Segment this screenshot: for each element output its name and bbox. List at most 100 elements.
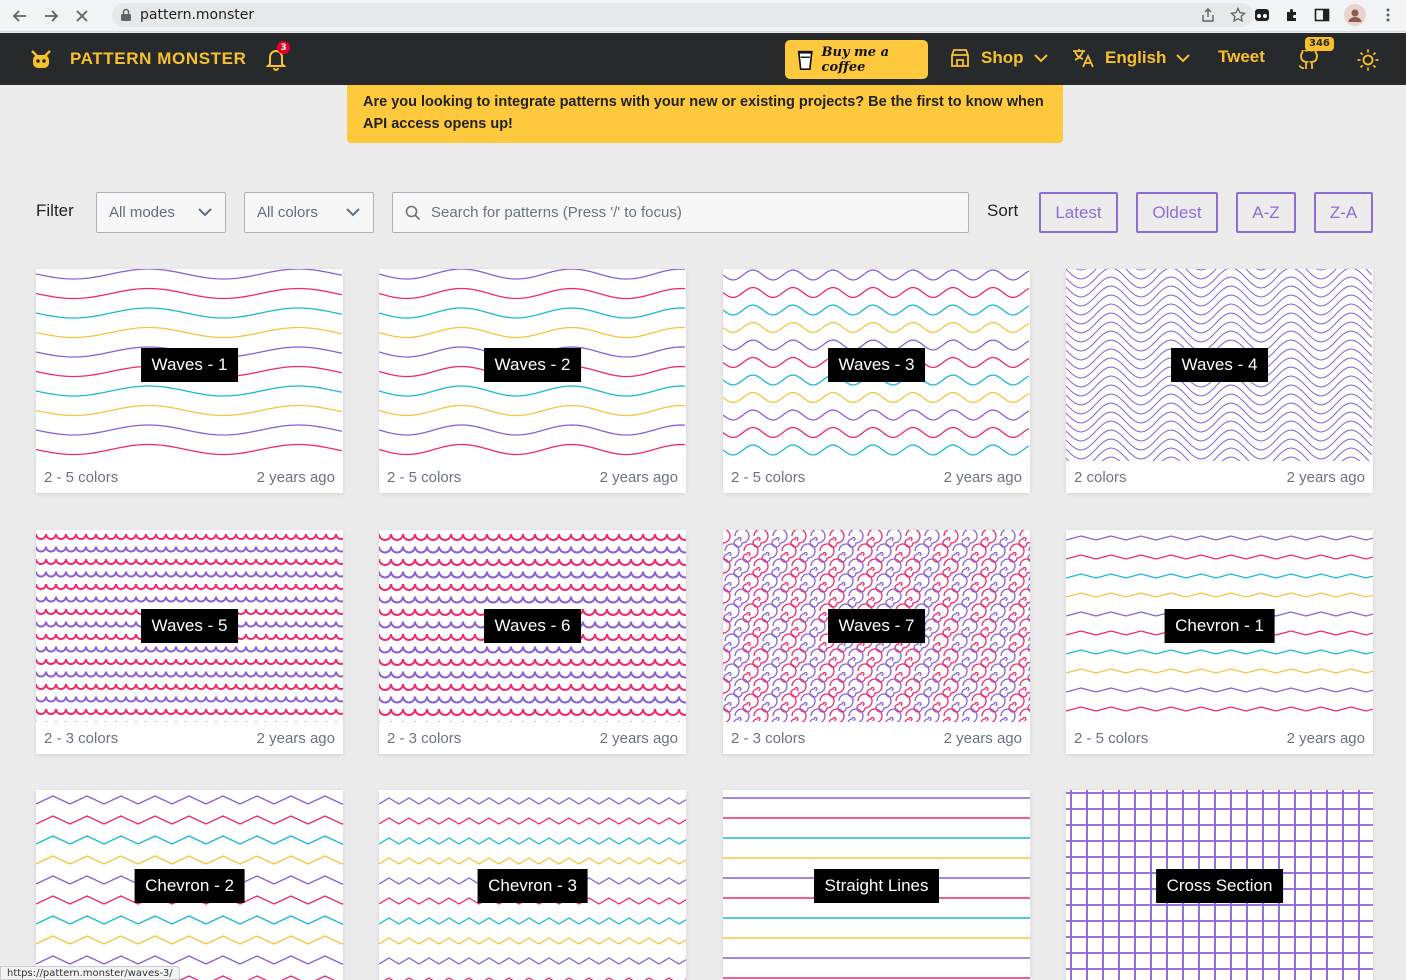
bookmark-star-icon[interactable] [1230, 7, 1246, 23]
shop-label: Shop [981, 48, 1024, 67]
side-panel-icon[interactable] [1314, 7, 1330, 23]
banner-text: Are you looking to integrate patterns wi… [363, 94, 1044, 132]
translate-icon [1073, 49, 1094, 68]
pattern-age: 2 years ago [256, 468, 335, 486]
tweet-label: Tweet [1218, 47, 1265, 66]
pattern-name: Chevron - 3 [477, 869, 588, 903]
extension-glasses-icon[interactable] [1254, 7, 1270, 23]
pattern-age: 2 years ago [599, 729, 678, 747]
notification-badge: 3 [277, 41, 290, 54]
coffee-cup-icon [797, 50, 813, 70]
pattern-age: 2 years ago [256, 729, 335, 747]
share-icon[interactable] [1200, 7, 1216, 23]
menu-kebab-icon[interactable] [1380, 7, 1396, 23]
shop-menu[interactable]: Shop [949, 47, 1048, 69]
pattern-card[interactable]: Waves - 1 2 - 5 colors 2 years ago [36, 269, 343, 493]
github-icon[interactable] [1298, 50, 1320, 70]
chevron-down-icon [198, 208, 212, 217]
status-bar-url: https://pattern.monster/waves-3/ [0, 966, 180, 980]
pattern-color-count: 2 - 5 colors [387, 468, 462, 486]
colors-select-value: All colors [257, 204, 318, 221]
pattern-name: Chevron - 1 [1164, 609, 1275, 643]
pattern-card[interactable]: Waves - 7 2 - 3 colors 2 years ago [723, 530, 1030, 754]
buy-me-a-coffee-button[interactable]: Buy me a coffee [785, 40, 928, 79]
pattern-card[interactable]: Waves - 2 2 - 5 colors 2 years ago [379, 269, 686, 493]
sort-label: Sort [987, 201, 1019, 220]
forward-icon[interactable] [40, 5, 62, 27]
url-text: pattern.monster [140, 7, 255, 23]
filter-label: Filter [36, 201, 74, 220]
pattern-search[interactable] [392, 192, 969, 233]
pattern-card[interactable]: Chevron - 1 2 - 5 colors 2 years ago [1066, 530, 1373, 754]
chevron-down-icon [1176, 54, 1191, 63]
pattern-age: 2 years ago [943, 468, 1022, 486]
site-header: PATTERN MONSTER [0, 33, 1406, 85]
pattern-card[interactable]: Waves - 5 2 - 3 colors 2 years ago [36, 530, 343, 754]
pattern-name: Waves - 4 [1170, 348, 1269, 382]
pattern-name: Waves - 6 [483, 609, 582, 643]
pattern-name: Waves - 5 [140, 609, 239, 643]
pattern-color-count: 2 - 3 colors [387, 729, 462, 747]
sort-a-z-button[interactable]: A-Z [1236, 192, 1296, 233]
pattern-meta: 2 - 5 colors 2 years ago [379, 461, 686, 493]
sort-latest-button[interactable]: Latest [1039, 192, 1118, 233]
extensions-puzzle-icon[interactable] [1284, 7, 1300, 23]
pattern-meta: 2 - 5 colors 2 years ago [36, 461, 343, 493]
back-icon[interactable] [9, 5, 31, 27]
pattern-card[interactable]: Waves - 4 2 colors 2 years ago [1066, 269, 1373, 493]
profile-avatar-icon[interactable] [1344, 4, 1366, 26]
monster-logo-icon [31, 50, 51, 68]
language-label: English [1105, 48, 1167, 67]
pattern-meta: 2 - 5 colors 2 years ago [723, 461, 1030, 493]
theme-toggle-sun-icon[interactable] [1356, 48, 1380, 72]
modes-select[interactable]: All modes [96, 192, 226, 233]
lock-icon [121, 8, 131, 21]
api-announcement-banner: Are you looking to integrate patterns wi… [347, 85, 1063, 143]
pattern-name: Waves - 1 [140, 348, 239, 382]
search-icon [405, 205, 421, 220]
coffee-label: Buy me a coffee [821, 44, 890, 75]
pattern-name: Straight Lines [813, 869, 940, 903]
store-icon [951, 49, 969, 67]
pattern-color-count: 2 - 5 colors [731, 468, 806, 486]
logo[interactable]: PATTERN MONSTER [30, 48, 246, 70]
pattern-card[interactable]: Cross Section [1066, 790, 1373, 980]
tweet-link[interactable]: Tweet [1218, 47, 1265, 67]
chevron-down-icon [346, 208, 360, 217]
pattern-meta: 2 - 3 colors 2 years ago [36, 722, 343, 754]
pattern-age: 2 years ago [1286, 729, 1365, 747]
browser-toolbar: pattern.monster [0, 0, 1406, 32]
pattern-name: Waves - 7 [827, 609, 926, 643]
pattern-card[interactable]: Waves - 6 2 - 3 colors 2 years ago [379, 530, 686, 754]
search-input[interactable] [431, 204, 951, 221]
pattern-card[interactable]: Waves - 3 2 - 5 colors 2 years ago [723, 269, 1030, 493]
colors-select[interactable]: All colors [244, 192, 374, 233]
pattern-card[interactable]: Straight Lines [723, 790, 1030, 980]
pattern-age: 2 years ago [943, 729, 1022, 747]
pattern-name: Chevron - 2 [134, 869, 245, 903]
pattern-card[interactable]: Chevron - 3 [379, 790, 686, 980]
pattern-age: 2 years ago [599, 468, 678, 486]
github-stars-badge: 346 [1305, 37, 1334, 51]
modes-select-value: All modes [109, 204, 175, 221]
pattern-meta: 2 - 3 colors 2 years ago [723, 722, 1030, 754]
pattern-age: 2 years ago [1286, 468, 1365, 486]
pattern-card[interactable]: Chevron - 2 [36, 790, 343, 980]
pattern-meta: 2 - 5 colors 2 years ago [1066, 722, 1373, 754]
pattern-name: Waves - 3 [827, 348, 926, 382]
pattern-color-count: 2 - 5 colors [1074, 729, 1149, 747]
address-bar[interactable]: pattern.monster [112, 3, 1254, 27]
stop-loading-icon[interactable] [71, 5, 93, 27]
pattern-color-count: 2 - 5 colors [44, 468, 119, 486]
sort-oldest-button[interactable]: Oldest [1136, 192, 1218, 233]
sort-z-a-button[interactable]: Z-A [1314, 192, 1373, 233]
pattern-color-count: 2 - 3 colors [731, 729, 806, 747]
language-menu[interactable]: English [1071, 47, 1191, 69]
pattern-meta: 2 - 3 colors 2 years ago [379, 722, 686, 754]
pattern-name: Cross Section [1155, 869, 1284, 903]
pattern-name: Waves - 2 [483, 348, 582, 382]
logo-text: PATTERN MONSTER [70, 49, 247, 68]
pattern-color-count: 2 colors [1074, 468, 1127, 486]
pattern-meta: 2 colors 2 years ago [1066, 461, 1373, 493]
pattern-color-count: 2 - 3 colors [44, 729, 119, 747]
